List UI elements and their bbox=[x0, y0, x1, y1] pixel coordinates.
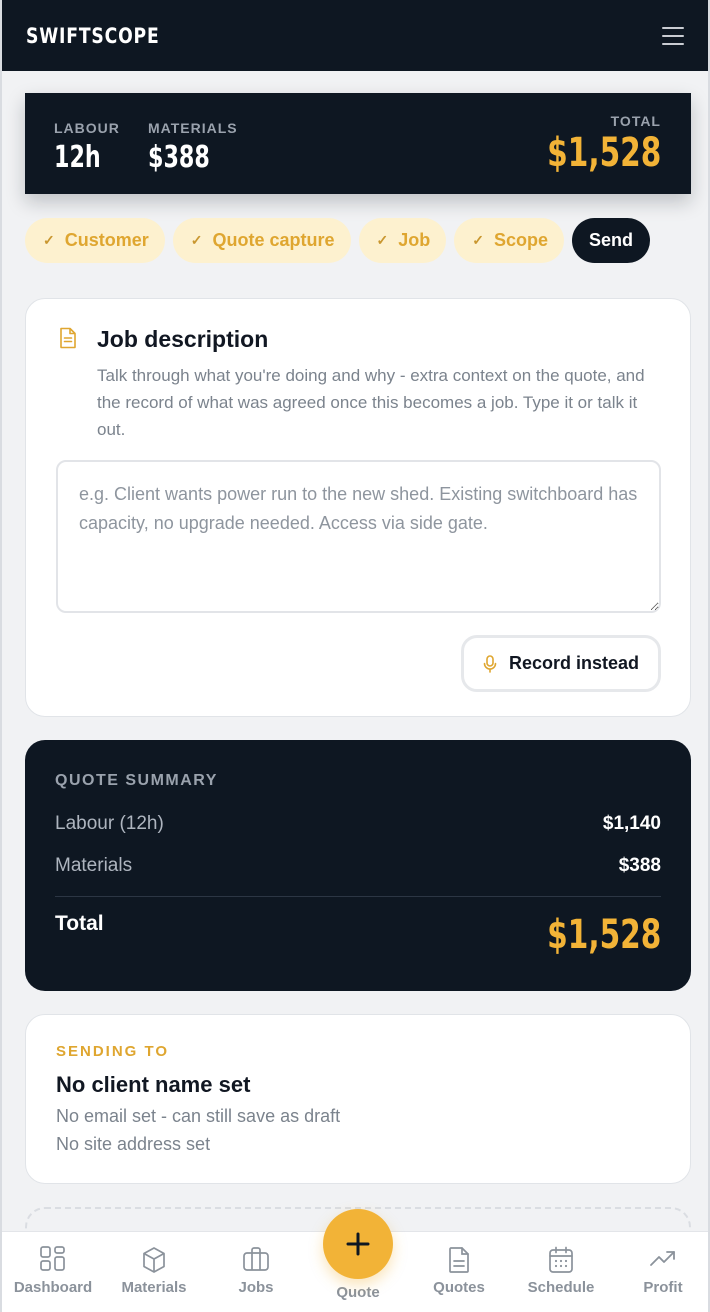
step-chip-label: Quote capture bbox=[212, 230, 335, 250]
nav-label: Jobs bbox=[238, 1279, 274, 1296]
nav-label: Dashboard bbox=[13, 1279, 93, 1296]
quote-summary-heading: QUOTE SUMMARY bbox=[55, 772, 218, 789]
client-name: No client name set bbox=[56, 1072, 251, 1097]
sending-to-card: SENDING TO No client name set No email s… bbox=[25, 1014, 691, 1184]
check-icon: ✓ bbox=[190, 232, 203, 248]
microphone-icon bbox=[483, 654, 497, 673]
totals-banner: LABOUR 12h MATERIALS $388 TOTAL $1,528 bbox=[25, 93, 691, 194]
sending-to-label: SENDING TO bbox=[56, 1043, 170, 1060]
client-email-note: No email set - can still save as draft bbox=[56, 1106, 341, 1126]
nav-schedule[interactable]: Schedule bbox=[510, 1232, 612, 1312]
summary-row-materials: Materials $388 bbox=[55, 855, 661, 877]
step-chip-customer[interactable]: ✓ Customer bbox=[25, 218, 165, 263]
nav-label: Materials bbox=[121, 1279, 187, 1296]
step-chip-scope[interactable]: ✓ Scope bbox=[454, 218, 565, 263]
record-instead-label: Record instead bbox=[508, 653, 640, 673]
job-description-title: Job description bbox=[97, 326, 269, 352]
trending-up-icon bbox=[650, 1251, 675, 1266]
step-chip-job[interactable]: ✓ Job bbox=[358, 218, 447, 263]
step-chip-send[interactable]: Send bbox=[572, 218, 651, 263]
nav-label: Profit bbox=[643, 1279, 683, 1296]
summary-divider bbox=[55, 896, 661, 897]
client-address-note: No site address set bbox=[56, 1134, 211, 1154]
materials-stat: MATERIALS $388 bbox=[148, 120, 238, 175]
materials-value: $388 bbox=[148, 140, 210, 175]
dashboard-grid-icon bbox=[40, 1246, 65, 1271]
total-stat: TOTAL $1,528 bbox=[507, 113, 661, 176]
step-progress: ✓ Customer ✓ Quote capture ✓ Job ✓ Scope… bbox=[25, 218, 651, 263]
record-instead-button[interactable]: Record instead bbox=[461, 635, 661, 692]
total-label: TOTAL bbox=[610, 113, 661, 129]
step-chip-label: Scope bbox=[494, 230, 549, 250]
step-chip-label: Send bbox=[589, 230, 634, 250]
job-description-input[interactable] bbox=[56, 460, 661, 613]
brand-logo: SWIFTSCOPE bbox=[26, 23, 160, 48]
step-chip-label: Job bbox=[398, 230, 431, 250]
nav-jobs[interactable]: Jobs bbox=[205, 1232, 307, 1312]
total-value: $1,528 bbox=[546, 130, 661, 176]
quote-summary-card: QUOTE SUMMARY Labour (12h) $1,140 Materi… bbox=[25, 740, 691, 991]
job-description-card: Job description Talk through what you're… bbox=[25, 298, 691, 717]
materials-label: MATERIALS bbox=[148, 120, 238, 136]
job-description-help: Talk through what you're doing and why -… bbox=[97, 366, 645, 439]
check-icon: ✓ bbox=[43, 232, 55, 248]
frame-edge-left bbox=[0, 0, 2, 1312]
nav-label: Quotes bbox=[433, 1279, 485, 1296]
top-app-bar: SWIFTSCOPE bbox=[0, 0, 710, 71]
summary-row-labour: Labour (12h) $1,140 bbox=[55, 813, 661, 835]
document-icon bbox=[449, 1247, 469, 1273]
summary-row-value: $1,140 bbox=[602, 813, 661, 834]
calendar-icon bbox=[549, 1246, 573, 1273]
summary-row-value: $388 bbox=[618, 855, 661, 876]
check-icon: ✓ bbox=[376, 232, 389, 248]
nav-materials[interactable]: Materials bbox=[103, 1232, 205, 1312]
labour-stat: LABOUR 12h bbox=[54, 120, 120, 175]
nav-label-quote: Quote bbox=[336, 1284, 380, 1301]
nav-quotes[interactable]: Quotes bbox=[408, 1232, 510, 1312]
summary-total-value: $1,528 bbox=[546, 912, 661, 958]
summary-row-label: Labour (12h) bbox=[55, 813, 164, 834]
summary-row-label: Materials bbox=[55, 855, 133, 876]
new-quote-button[interactable] bbox=[323, 1209, 393, 1279]
briefcase-icon bbox=[243, 1247, 269, 1271]
nav-label: Schedule bbox=[527, 1279, 595, 1296]
summary-total-label: Total bbox=[55, 912, 104, 935]
box-icon bbox=[143, 1247, 165, 1273]
nav-profit[interactable]: Profit bbox=[612, 1232, 710, 1312]
step-chip-quote-capture[interactable]: ✓ Quote capture bbox=[172, 218, 351, 263]
check-icon: ✓ bbox=[472, 232, 484, 248]
nav-dashboard[interactable]: Dashboard bbox=[2, 1232, 104, 1312]
hamburger-menu-icon[interactable] bbox=[662, 26, 684, 45]
labour-value: 12h bbox=[54, 140, 101, 175]
labour-label: LABOUR bbox=[54, 120, 120, 136]
document-icon bbox=[60, 327, 76, 349]
plus-icon bbox=[346, 1232, 370, 1256]
step-chip-label: Customer bbox=[64, 230, 149, 250]
